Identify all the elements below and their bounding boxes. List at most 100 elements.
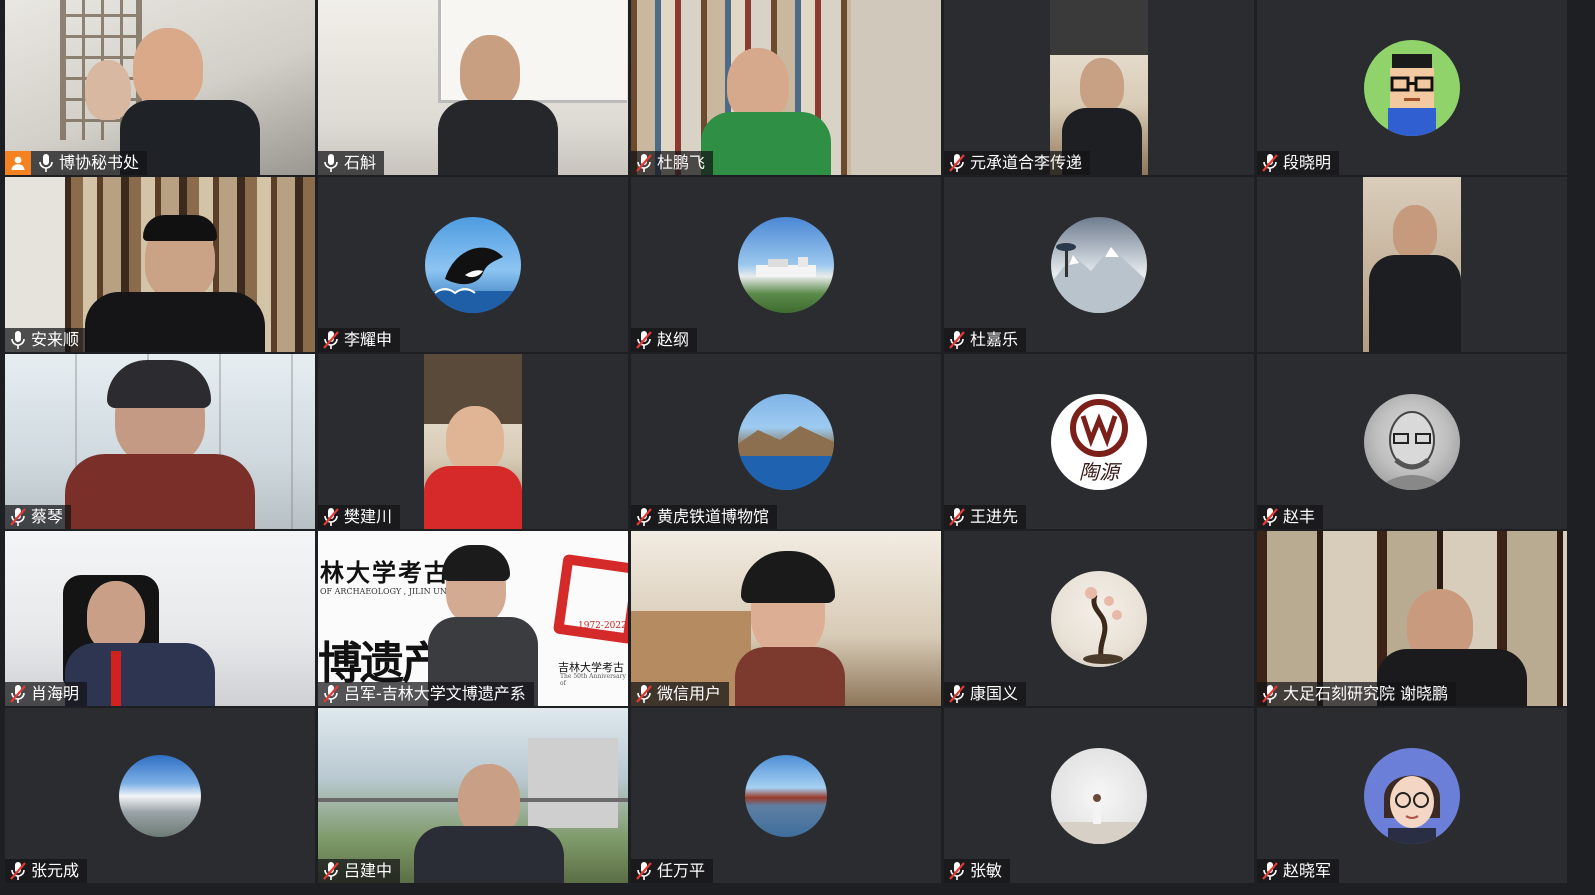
participant-label: 王进先 [944, 505, 1027, 529]
banner-years: 1972-2022 [578, 621, 627, 631]
video-tile[interactable]: 肖海明 [5, 531, 315, 706]
participant-label: 大足石刻研究院 谢晓鹏 [1257, 682, 1457, 706]
video-tile[interactable]: 李耀申 [318, 177, 628, 352]
participant-label: 微信用户 [631, 682, 730, 706]
video-tile[interactable]: 林大学考古 OF ARCHAEOLOGY , JILIN UNIVE 博遗产系 … [318, 531, 628, 706]
participant-label: 石斛 [318, 151, 385, 175]
participant-label: 吕建中 [318, 859, 401, 883]
video-tile[interactable]: 黄虎铁道博物馆 [631, 354, 941, 529]
participant-label: 赵纲 [631, 328, 698, 352]
video-tile[interactable]: 微信用户 [631, 531, 941, 706]
participant-name: 任万平 [657, 861, 706, 880]
video-tile[interactable]: 杜鹏飞 [631, 0, 941, 175]
video-tile[interactable]: 段晓明 [1257, 0, 1567, 175]
host-icon [5, 151, 31, 175]
participant-name: 赵丰 [1283, 507, 1316, 526]
participant-label: 杜鹏飞 [631, 151, 714, 175]
participant-name: 杜嘉乐 [970, 330, 1019, 349]
participant-label: 赵丰 [1257, 505, 1324, 529]
video-tile[interactable]: 康国义 [944, 531, 1254, 706]
banner-title: 林大学考古 [320, 558, 450, 587]
video-tile[interactable]: 大足石刻研究院 谢晓鹏 [1257, 531, 1567, 706]
participant-label: 康国义 [944, 682, 1027, 706]
participant-label: 李耀申 [318, 328, 401, 352]
participant-label: 张敏 [944, 859, 1011, 883]
video-tile[interactable]: 赵纲 [631, 177, 941, 352]
participant-label: 黄虎铁道博物馆 [631, 505, 778, 529]
participant-video [5, 0, 315, 175]
participant-video [5, 177, 315, 352]
participant-label: 肖海明 [5, 682, 88, 706]
video-tile[interactable]: 石斛 [318, 0, 628, 175]
muted-microphone-icon [948, 330, 966, 350]
avatar [1051, 216, 1147, 313]
participant-name: 张元成 [31, 861, 80, 880]
video-tile[interactable]: 蔡琴 [5, 354, 315, 529]
video-tile[interactable]: 任万平 [631, 708, 941, 883]
muted-microphone-icon [322, 861, 340, 881]
participant-video [318, 708, 628, 883]
video-tile[interactable]: 赵晓军 [1257, 708, 1567, 883]
participant-name: 安来顺 [31, 330, 80, 349]
muted-microphone-icon [635, 861, 653, 881]
participant-label: 段晓明 [1257, 151, 1340, 175]
avatar [738, 216, 834, 313]
banner-subtitle: OF ARCHAEOLOGY , JILIN UNIVE [320, 587, 462, 596]
avatar [1364, 747, 1460, 844]
participant-label: 樊建川 [318, 505, 401, 529]
participant-name: 杜鹏飞 [657, 153, 706, 172]
avatar: 陶源 [1051, 393, 1147, 490]
participant-video [5, 531, 315, 706]
video-tile[interactable]: 陶源 王进先 [944, 354, 1254, 529]
microphone-icon [9, 330, 27, 350]
participant-name: 吕军-吉林大学文博遗产系 [344, 684, 526, 703]
video-tile[interactable]: 樊建川 [318, 354, 628, 529]
microphone-icon [37, 153, 55, 173]
participant-name: 元承道合李传递 [970, 153, 1083, 172]
video-tile[interactable]: 赵丰 [1257, 354, 1567, 529]
video-tile[interactable]: 张敏 [944, 708, 1254, 883]
video-tile[interactable]: 博协秘书处 [5, 0, 315, 175]
logo-text: 陶源 [1079, 459, 1119, 484]
video-tile[interactable] [1257, 177, 1567, 352]
participant-label: 任万平 [631, 859, 714, 883]
video-tile[interactable]: 元承道合李传递 [944, 0, 1254, 175]
avatar [1364, 393, 1460, 490]
participant-name: 大足石刻研究院 谢晓鹏 [1283, 684, 1449, 703]
participant-video [631, 531, 941, 706]
muted-microphone-icon [9, 861, 27, 881]
participant-name: 黄虎铁道博物馆 [657, 507, 770, 526]
video-tile[interactable]: 安来顺 [5, 177, 315, 352]
participant-name: 微信用户 [657, 684, 722, 703]
participant-label: 张元成 [5, 859, 88, 883]
video-grid: 博协秘书处 石斛 杜鹏飞 元承道合李传递 段晓明 安来顺 李耀申 赵纲 杜嘉乐 … [0, 0, 1595, 895]
participant-name: 张敏 [970, 861, 1003, 880]
participant-name: 赵纲 [657, 330, 690, 349]
muted-microphone-icon [9, 684, 27, 704]
avatar [1051, 570, 1147, 667]
muted-microphone-icon [9, 507, 27, 527]
participant-video [5, 354, 315, 529]
participant-video [424, 354, 522, 529]
participant-name: 康国义 [970, 684, 1019, 703]
participant-label: 吕军-吉林大学文博遗产系 [318, 682, 534, 706]
participant-video: 林大学考古 OF ARCHAEOLOGY , JILIN UNIVE 博遗产系 … [318, 531, 628, 706]
video-tile[interactable]: 杜嘉乐 [944, 177, 1254, 352]
participant-label: 博协秘书处 [5, 151, 148, 175]
participant-name: 李耀申 [344, 330, 393, 349]
muted-microphone-icon [1261, 684, 1279, 704]
avatar [1364, 39, 1460, 136]
participant-label: 杜嘉乐 [944, 328, 1027, 352]
muted-microphone-icon [635, 684, 653, 704]
banner-small-en: The 50th Anniversary of [560, 673, 626, 687]
video-tile[interactable]: 吕建中 [318, 708, 628, 883]
participant-name: 樊建川 [344, 507, 393, 526]
participant-video [1257, 531, 1567, 706]
video-tile[interactable]: 张元成 [5, 708, 315, 883]
muted-microphone-icon [948, 861, 966, 881]
participant-label: 赵晓军 [1257, 859, 1340, 883]
muted-microphone-icon [1261, 153, 1279, 173]
muted-microphone-icon [948, 684, 966, 704]
participant-name: 王进先 [970, 507, 1019, 526]
muted-microphone-icon [635, 153, 653, 173]
